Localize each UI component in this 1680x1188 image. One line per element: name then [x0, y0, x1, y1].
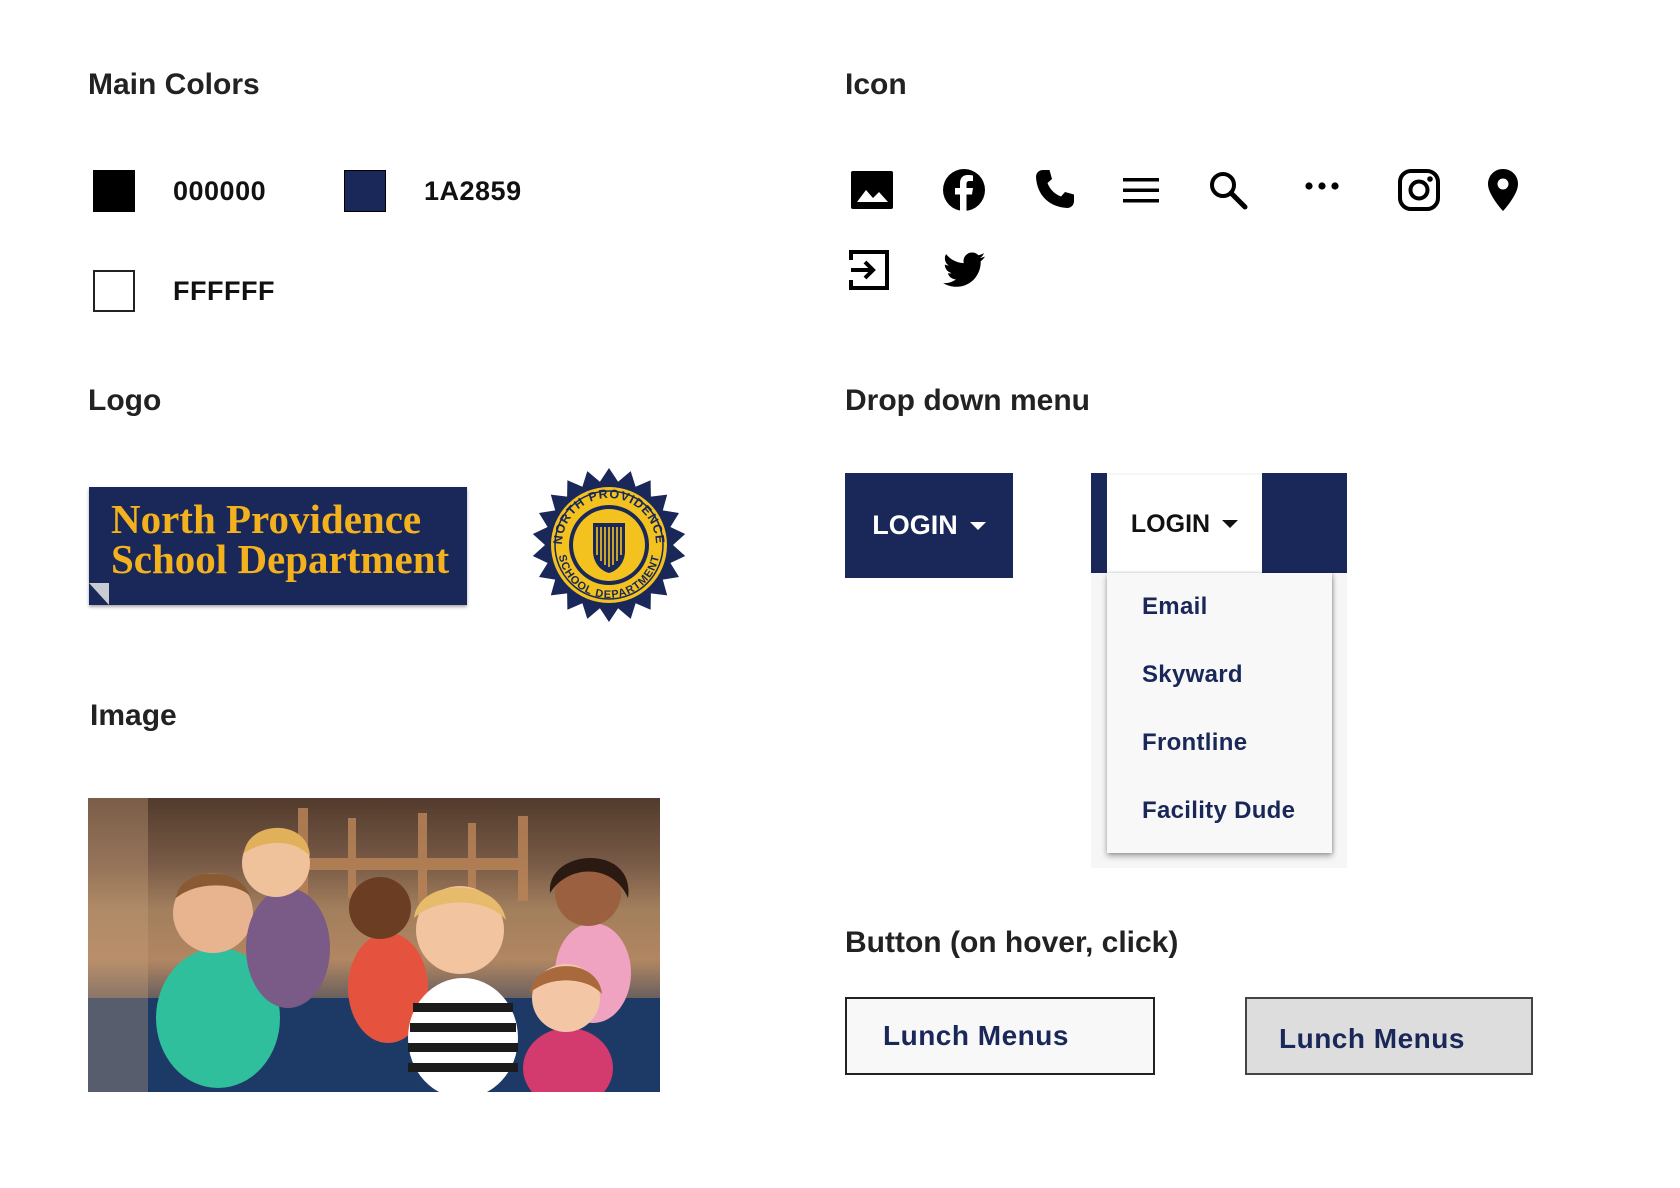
navbar-segment-right — [1262, 473, 1347, 573]
login-dropdown-menu: Email Skyward Frontline Facility Dude — [1107, 573, 1332, 853]
icon-heading: Icon — [845, 68, 907, 101]
logo-line-1: North Providence — [111, 496, 422, 542]
lunch-menus-button-label: Lunch Menus — [883, 1020, 1069, 1051]
button-heading: Button (on hover, click) — [845, 926, 1179, 959]
lunch-menus-button-hover[interactable]: Lunch Menus — [1245, 997, 1533, 1075]
phone-icon[interactable] — [1030, 166, 1078, 214]
login-icon[interactable] — [845, 246, 893, 294]
lunch-menus-button[interactable]: Lunch Menus — [845, 997, 1155, 1075]
more-horizontal-icon[interactable] — [1298, 162, 1346, 210]
color-swatch-black — [93, 170, 135, 212]
dropdown-item-frontline[interactable]: Frontline — [1142, 729, 1247, 757]
dropdown-item-facility-dude[interactable]: Facility Dude — [1142, 797, 1295, 825]
color-label-white: FFFFFF — [173, 276, 275, 306]
logo-fold-corner — [89, 583, 109, 605]
color-label-navy: 1A2859 — [424, 176, 522, 206]
login-button-open-label: LOGIN — [1130, 509, 1211, 538]
main-colors-heading: Main Colors — [88, 68, 260, 101]
instagram-icon[interactable] — [1395, 166, 1443, 214]
classroom-children-photo — [88, 798, 660, 1092]
facebook-icon[interactable] — [940, 166, 988, 214]
drop-down-menu-heading: Drop down menu — [845, 384, 1090, 417]
login-dropdown-open-example: LOGIN Email Skyward Frontline Facility D… — [1091, 473, 1347, 868]
login-dropdown-button[interactable]: LOGIN — [845, 473, 1013, 578]
search-icon[interactable] — [1204, 166, 1252, 214]
login-button-label: LOGIN — [872, 510, 958, 540]
twitter-icon[interactable] — [940, 246, 988, 294]
chevron-down-icon — [969, 521, 986, 530]
logo-line-2: School Department — [111, 536, 450, 582]
district-logo-banner: North Providence School Department — [89, 487, 467, 605]
district-seal-logo: NORTH PROVIDENCE SCHOOL DEPARTMENT — [531, 467, 687, 623]
logo-heading: Logo — [88, 384, 162, 417]
dropdown-item-skyward[interactable]: Skyward — [1142, 661, 1243, 689]
color-label-black: 000000 — [173, 176, 267, 206]
login-dropdown-button-open[interactable]: LOGIN — [1107, 475, 1262, 573]
navbar-segment-left — [1091, 473, 1107, 573]
color-swatch-white — [93, 270, 135, 312]
lunch-menus-button-hover-label: Lunch Menus — [1279, 1023, 1465, 1054]
image-heading: Image — [90, 699, 177, 732]
location-pin-icon[interactable] — [1479, 166, 1527, 214]
chevron-down-icon — [1222, 520, 1239, 528]
image-icon[interactable] — [848, 166, 896, 214]
dropdown-item-email[interactable]: Email — [1142, 593, 1208, 621]
color-swatch-navy — [344, 170, 386, 212]
menu-icon[interactable] — [1117, 166, 1165, 214]
